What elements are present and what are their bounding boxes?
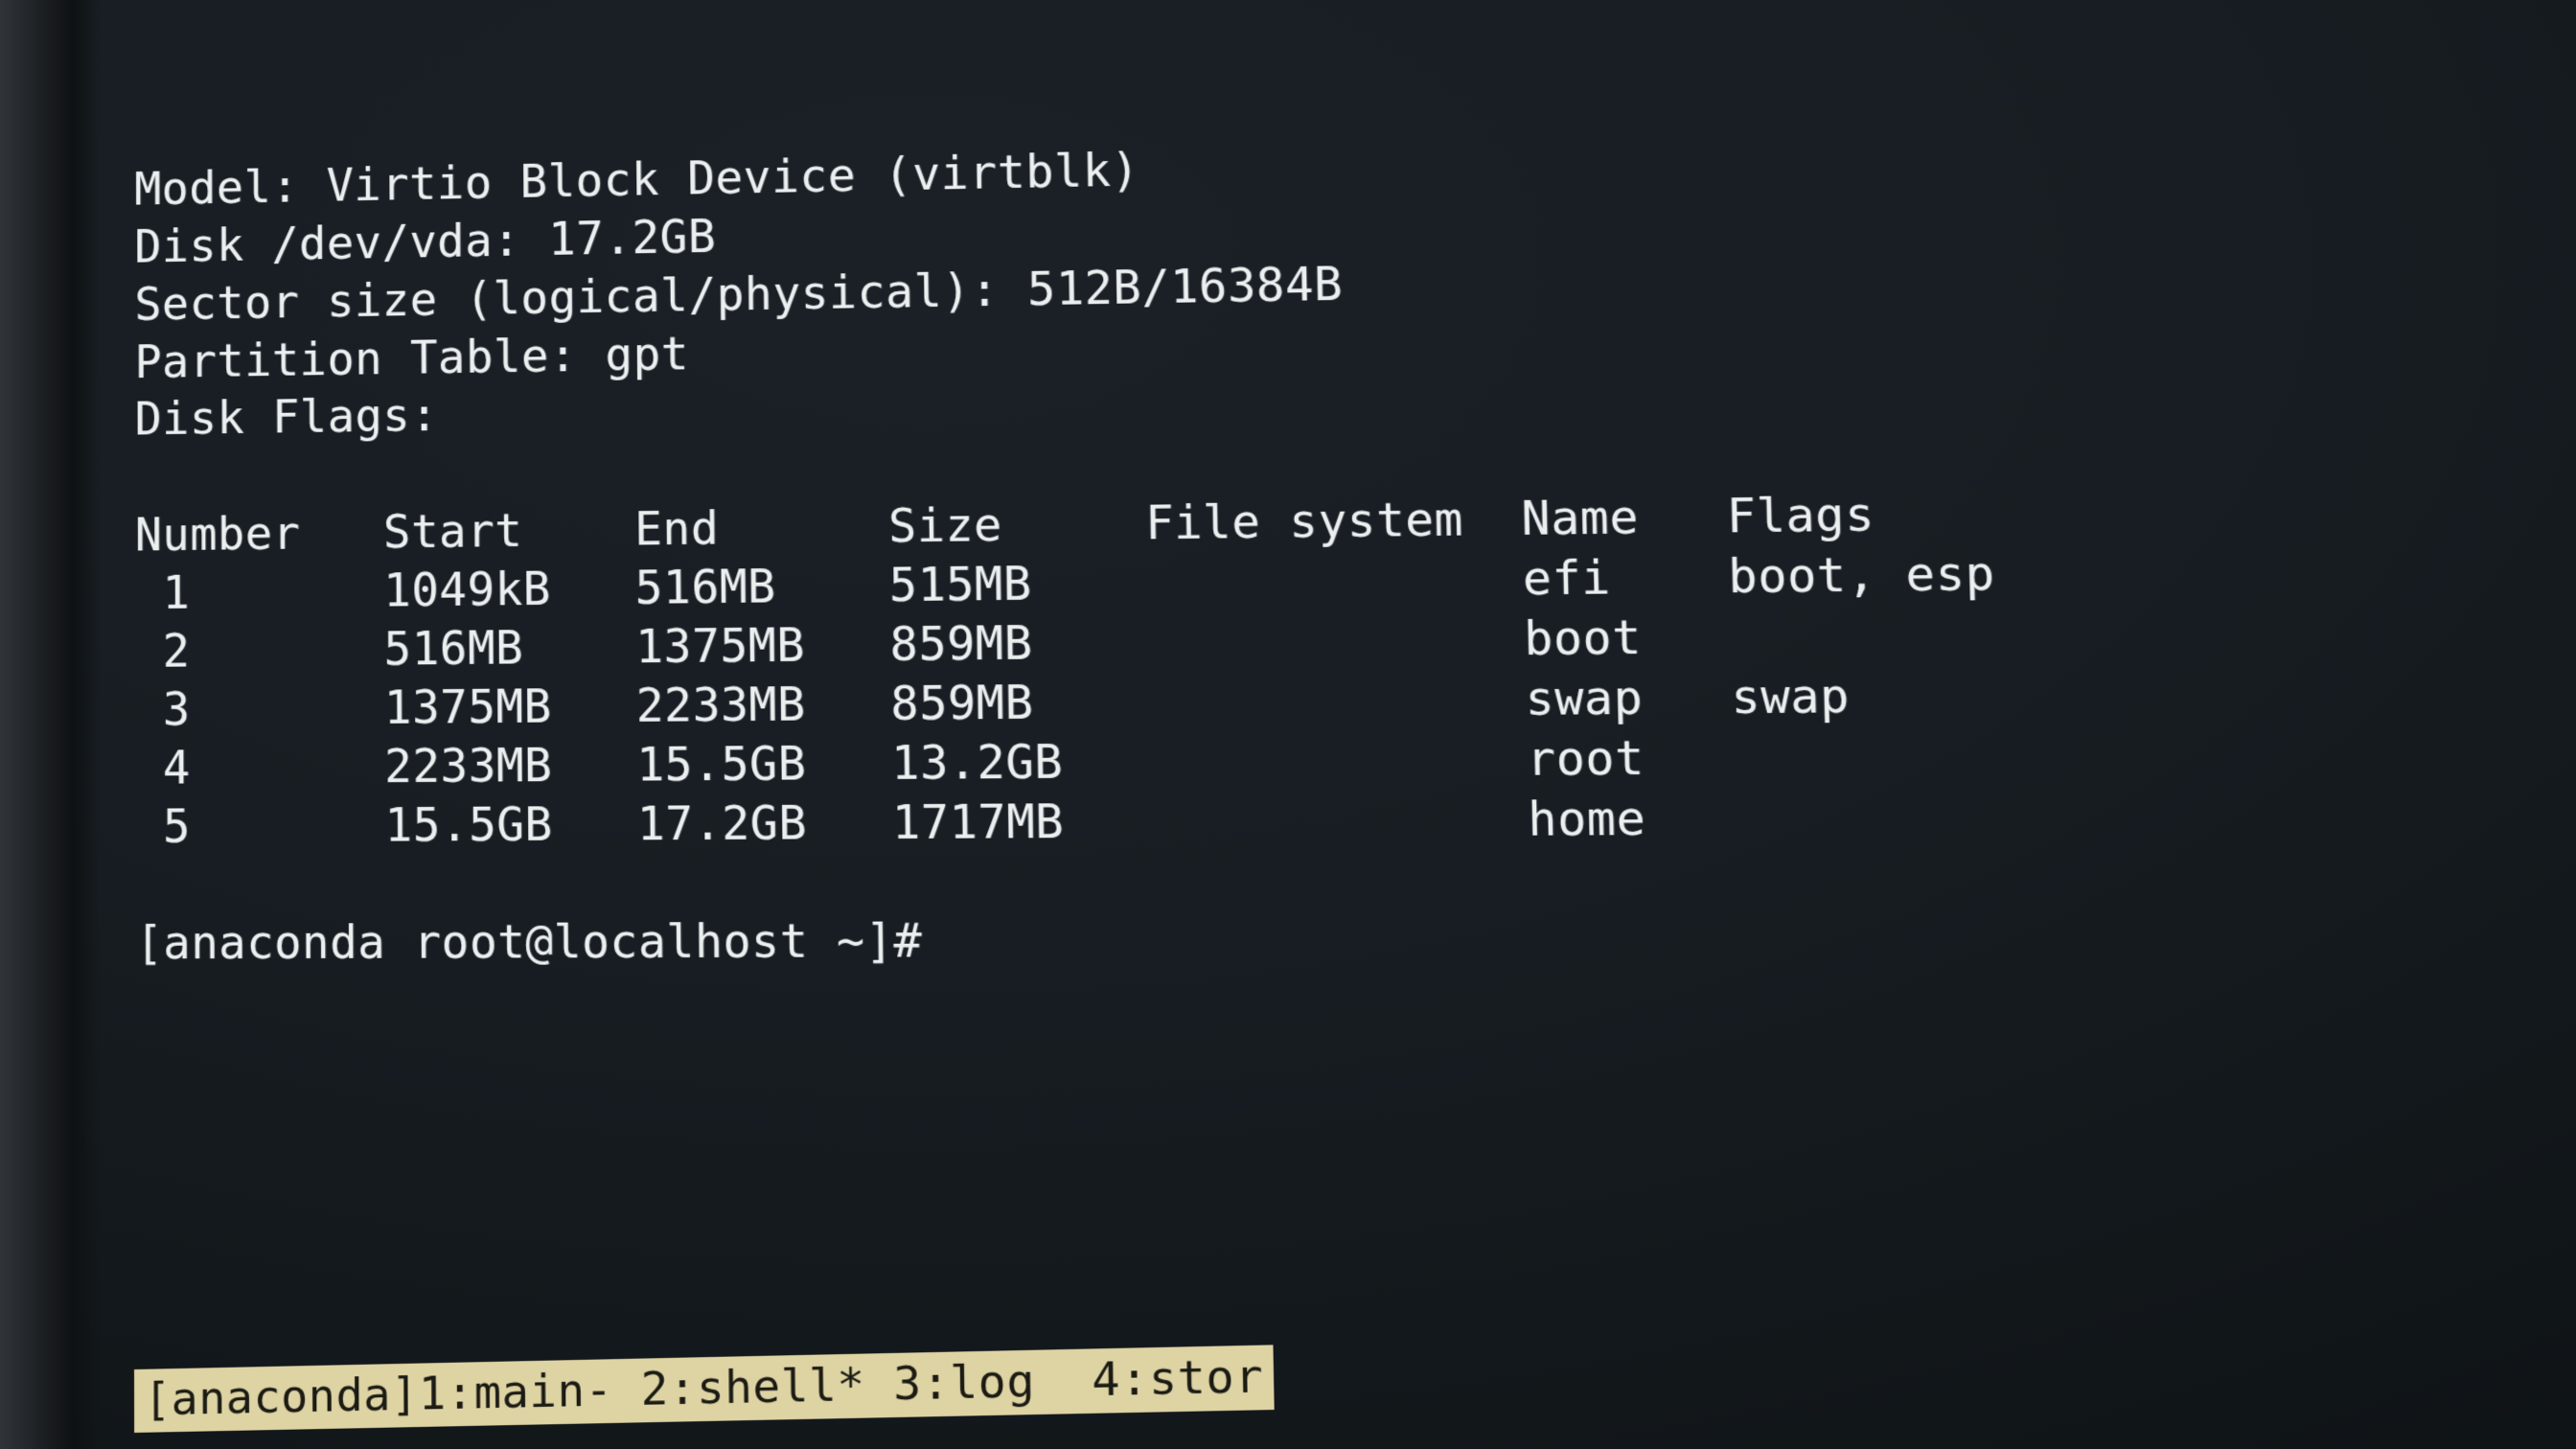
disk-line: Disk /dev/vda: 17.2GB (134, 209, 716, 272)
terminal-screen[interactable]: Model: Virtio Block Device (virtblk) Dis… (0, 0, 2576, 1449)
tmux-status-bar[interactable]: [anaconda]1:main- 2:shell* 3:log 4:stor (134, 1345, 1274, 1433)
partition-table: Number Start End Size File system Name F… (135, 487, 1996, 853)
terminal-output: Model: Virtio Block Device (virtblk) Dis… (134, 63, 2006, 973)
disk-flags-line: Disk Flags: (135, 388, 439, 446)
model-line: Model: Virtio Block Device (virtblk) (134, 143, 1139, 216)
partition-table-line: Partition Table: gpt (134, 326, 689, 388)
shell-prompt[interactable]: [anaconda root@localhost ~]# (135, 913, 922, 970)
monitor-bezel (0, 0, 101, 1449)
